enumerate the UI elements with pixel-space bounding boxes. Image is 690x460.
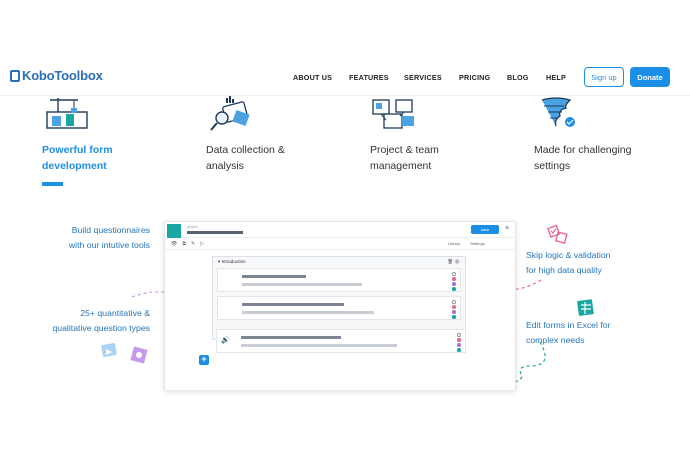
settings-button[interactable]: Settings [470, 241, 484, 246]
duplicate-dot-icon[interactable] [452, 315, 456, 319]
audio-question-icon: 🔊 [221, 337, 230, 344]
copy-icon[interactable]: ⧉ [182, 241, 186, 247]
edit-icon[interactable]: ✎ [191, 241, 195, 247]
nav-services[interactable]: SERVICES [404, 73, 442, 82]
donate-button[interactable]: Donate [630, 67, 670, 87]
validation-dot-icon[interactable] [452, 310, 456, 314]
nav-features[interactable]: FEATURES [349, 73, 389, 82]
data-analysis-icon [210, 96, 250, 131]
skip-logic-dot-icon[interactable] [457, 338, 461, 342]
question-row[interactable] [217, 296, 461, 320]
callout-line: with our intutive tools [68, 240, 150, 250]
validation-dot-icon[interactable] [452, 282, 456, 286]
question-hint-placeholder [242, 311, 374, 314]
feature-label-line2: settings [534, 160, 571, 172]
feature-label-line1: Made for challenging [534, 144, 632, 156]
nav-about-us[interactable]: ABOUT US [293, 73, 332, 82]
feature-label: Powerful form development [42, 142, 182, 174]
collapse-icon[interactable]: ▾ [218, 259, 220, 264]
play-icon[interactable]: ▷ [200, 241, 204, 247]
settings-dot-icon[interactable] [452, 300, 456, 304]
active-tab-indicator [42, 182, 63, 186]
duplicate-dot-icon[interactable] [452, 287, 456, 291]
builder-topbar: project save × [165, 222, 515, 238]
question-actions[interactable] [452, 300, 456, 320]
nav-help[interactable]: HELP [546, 73, 566, 82]
project-thumbnail [167, 224, 181, 238]
question-group[interactable]: ▾ Introduction 🗑 ⚙ [212, 256, 466, 340]
library-button[interactable]: Library [448, 241, 460, 246]
question-label-placeholder [242, 275, 306, 278]
question-row[interactable] [217, 268, 461, 292]
add-question-button[interactable]: + [199, 355, 209, 365]
group-header: ▾ Introduction [218, 259, 246, 265]
question-hint-placeholder [241, 344, 397, 347]
callout-build-questionnaires: Build questionnaires with our intutive t… [46, 223, 150, 253]
feature-label-line2: analysis [206, 160, 244, 172]
divider [165, 249, 515, 250]
excel-sheet-icon [577, 299, 594, 316]
question-actions[interactable] [452, 272, 456, 292]
nav-blog[interactable]: BLOG [507, 73, 529, 82]
logo-mark-icon [10, 69, 20, 82]
feature-label-line2: management [370, 160, 432, 172]
nav-pricing[interactable]: PRICING [459, 73, 490, 82]
preview-icon[interactable]: 👁 [171, 241, 177, 247]
close-icon[interactable]: × [505, 225, 509, 232]
signup-button[interactable]: Sign up [584, 67, 624, 87]
callout-line: Build questionnaires [71, 225, 150, 235]
builder-toolbar: 👁 ⧉ ✎ ▷ [171, 241, 204, 247]
feature-label-line1: Powerful form [42, 144, 113, 156]
feature-label: Data collection & analysis [206, 142, 346, 174]
question-row[interactable]: 🔊 [216, 329, 466, 353]
skip-logic-icon [546, 224, 568, 244]
save-button[interactable]: save [471, 225, 499, 234]
settings-dot-icon[interactable] [452, 272, 456, 276]
builder-right-tools: Library Settings [448, 241, 485, 246]
duplicate-dot-icon[interactable] [457, 348, 461, 352]
group-actions[interactable]: 🗑 ⚙ [447, 259, 460, 265]
form-builder-preview: project save × 👁 ⧉ ✎ ▷ Library Settings … [164, 221, 516, 391]
skip-logic-dot-icon[interactable] [452, 277, 456, 281]
skip-logic-dot-icon[interactable] [452, 305, 456, 309]
media-question-icons [101, 343, 148, 364]
tornado-icon [541, 97, 575, 127]
feature-label-line2: development [42, 160, 107, 172]
feature-label-line1: Project & team [370, 144, 439, 156]
team-management-icon [372, 99, 414, 129]
question-label-placeholder [241, 336, 341, 339]
feature-label: Made for challenging settings [534, 142, 674, 174]
group-title: Introduction [221, 259, 246, 264]
site-header: KoboToolbox ABOUT US FEATURES SERVICES P… [0, 56, 690, 96]
logo-text: KoboToolbox [22, 68, 103, 83]
callout-line: Skip logic & validation [526, 250, 611, 260]
question-label-placeholder [242, 303, 344, 306]
form-builder-icon [46, 98, 88, 129]
feature-label-line1: Data collection & [206, 144, 285, 156]
validation-dot-icon[interactable] [457, 343, 461, 347]
feature-label: Project & team management [370, 142, 510, 174]
callout-line: Edit forms in Excel for [526, 320, 611, 330]
question-actions[interactable] [457, 333, 461, 353]
kobotoolbox-logo[interactable]: KoboToolbox [10, 68, 103, 83]
project-label: project [187, 225, 198, 229]
question-hint-placeholder [242, 283, 362, 286]
project-title-placeholder [187, 231, 243, 234]
settings-dot-icon[interactable] [457, 333, 461, 337]
